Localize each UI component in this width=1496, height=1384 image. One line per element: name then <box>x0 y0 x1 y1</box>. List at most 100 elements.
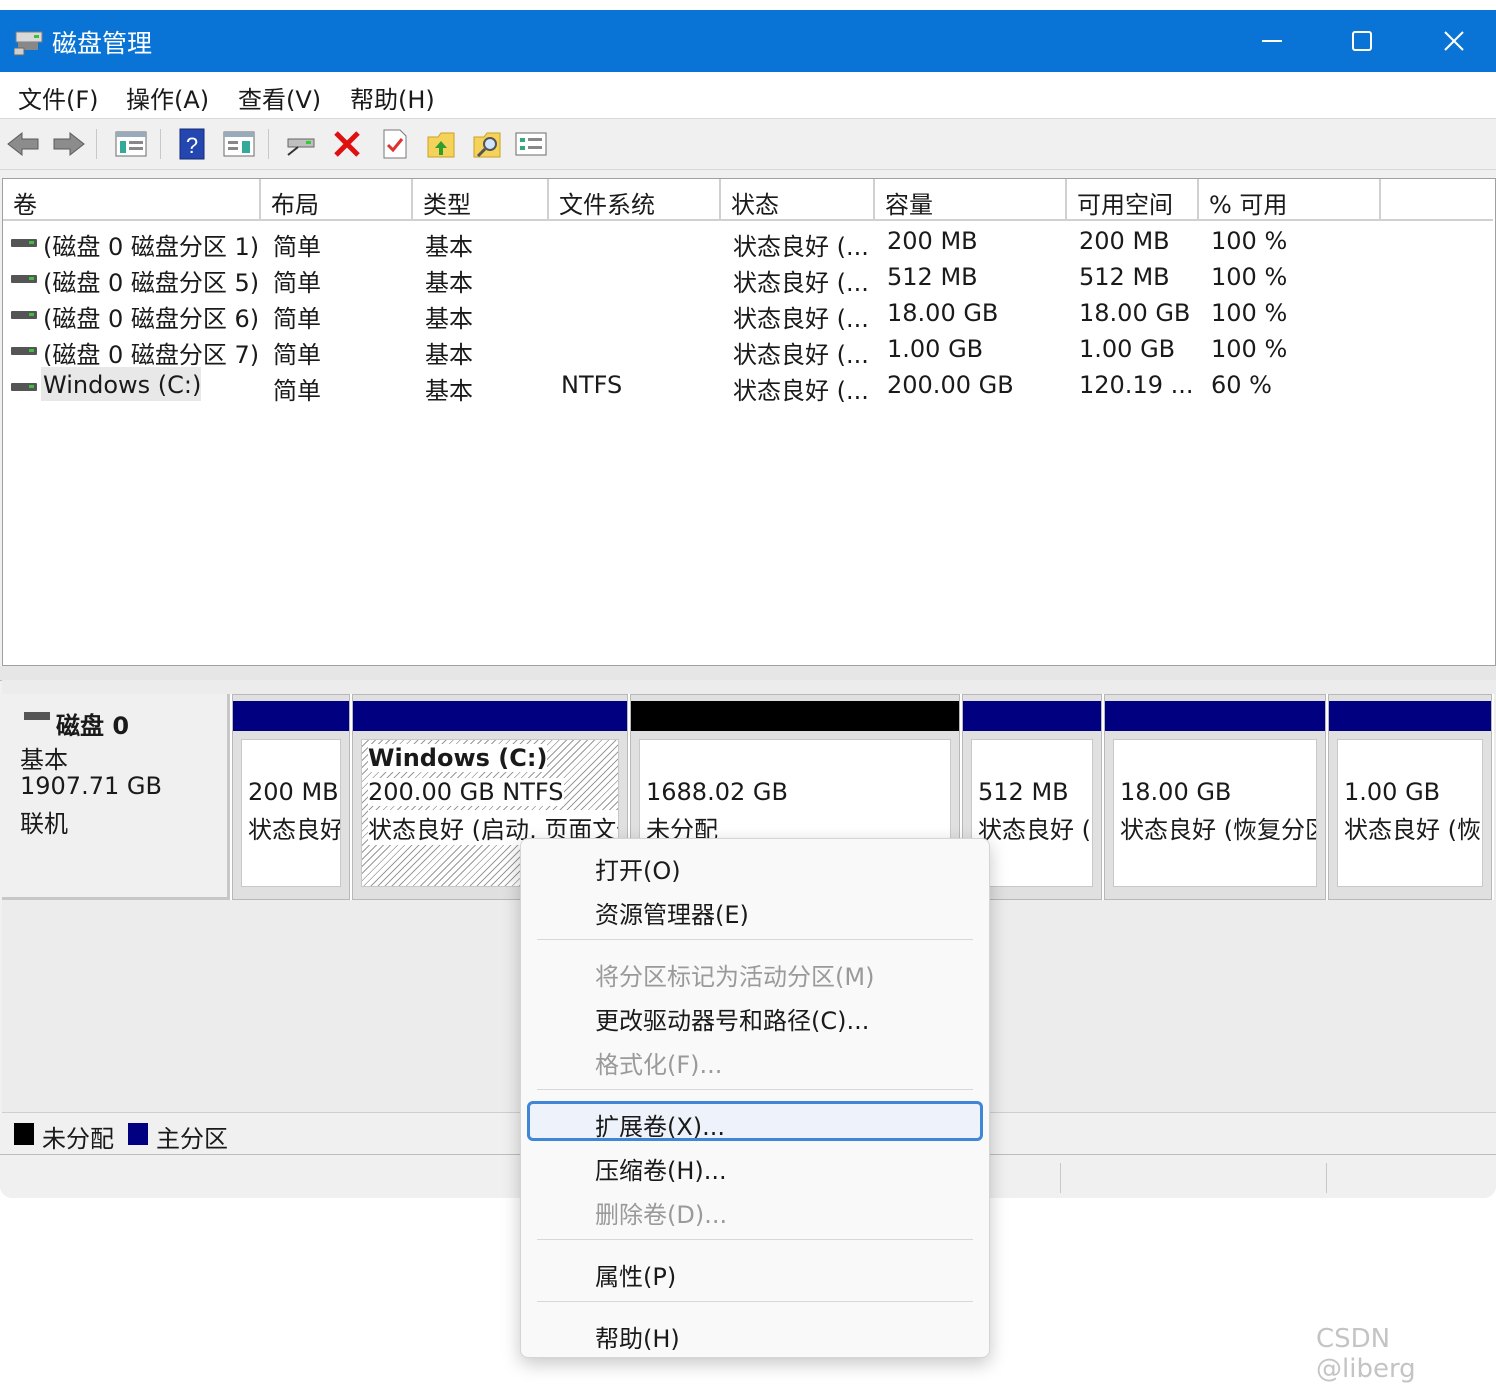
column-header-status[interactable]: 状态 <box>721 179 875 221</box>
menu-item-help[interactable]: 帮助(H) <box>595 1319 680 1354</box>
table-row[interactable]: (磁盘 0 磁盘分区 1) 简单 基本 状态良好 (... 200 MB 200… <box>3 223 1493 261</box>
menu-help[interactable]: 帮助(H) <box>350 80 435 115</box>
cell-capacity: 512 MB <box>887 263 978 291</box>
legend-swatch-primary <box>128 1123 148 1145</box>
table-row[interactable]: (磁盘 0 磁盘分区 7) 简单 基本 状态良好 (... 1.00 GB 1.… <box>3 331 1493 369</box>
console-tree-icon[interactable] <box>114 127 148 161</box>
checklist-icon[interactable] <box>378 127 412 161</box>
partition-body: 200 MB 状态良好 <box>241 739 341 887</box>
partition-status: 状态良好 (恢 <box>1344 816 1481 844</box>
partition-size: 200.00 GB NTFS <box>368 778 564 806</box>
partition-type-bar <box>1329 701 1491 731</box>
pane-splitter[interactable] <box>0 666 1496 681</box>
cell-type: 基本 <box>425 233 473 261</box>
column-header-type[interactable]: 类型 <box>413 179 549 221</box>
menu-item-properties[interactable]: 属性(P) <box>595 1257 676 1292</box>
partition-size: 512 MB <box>978 778 1069 806</box>
disk-0-label[interactable]: 磁盘 0 基本 1907.71 GB 联机 <box>2 694 230 900</box>
column-header-volume[interactable]: 卷 <box>3 179 261 221</box>
menu-separator <box>537 939 973 940</box>
maximize-icon <box>1352 31 1372 51</box>
partition-block[interactable]: 1.00 GB 状态良好 (恢 <box>1328 694 1492 900</box>
cell-layout: 简单 <box>273 305 321 333</box>
menu-file[interactable]: 文件(F) <box>18 80 99 115</box>
menu-item-mark-active: 将分区标记为活动分区(M) <box>595 963 875 991</box>
drive-icon <box>11 275 37 283</box>
cell-status: 状态良好 (... <box>733 377 869 405</box>
folder-search-icon[interactable] <box>470 127 504 161</box>
minimize-icon <box>1262 40 1282 42</box>
cell-volume: Windows (C:) <box>43 371 202 399</box>
legend-label-primary: 主分区 <box>156 1125 228 1153</box>
menu-item-change-drive-letter[interactable]: 更改驱动器号和路径(C)... <box>595 1001 869 1036</box>
menu-bar: 文件(F) 操作(A) 查看(V) 帮助(H) <box>0 72 1496 118</box>
column-header-percent-free[interactable]: % 可用 <box>1199 179 1381 221</box>
column-header-layout[interactable]: 布局 <box>261 179 413 221</box>
partition-block[interactable]: 200 MB 状态良好 <box>232 694 350 900</box>
watermark: CSDN @liberg <box>1316 1324 1416 1384</box>
svg-text:?: ? <box>186 133 198 158</box>
delete-icon[interactable] <box>330 127 364 161</box>
cell-capacity: 200.00 GB <box>887 371 1014 399</box>
minimize-button[interactable] <box>1226 10 1318 72</box>
cell-percent-free: 100 % <box>1211 299 1288 327</box>
cell-free-space: 200 MB <box>1079 227 1170 255</box>
menu-item-explorer[interactable]: 资源管理器(E) <box>595 895 749 930</box>
cell-status: 状态良好 (... <box>733 305 869 333</box>
disk-state: 联机 <box>20 810 68 838</box>
connect-drive-icon[interactable] <box>284 127 318 161</box>
legend-label-unallocated: 未分配 <box>42 1125 114 1153</box>
help-icon[interactable]: ? <box>176 127 210 161</box>
menu-view[interactable]: 查看(V) <box>238 80 321 115</box>
partition-size: 1688.02 GB <box>646 778 788 806</box>
cell-filesystem: NTFS <box>561 371 623 399</box>
drive-icon <box>11 239 37 247</box>
menu-item-open[interactable]: 打开(O) <box>595 851 681 886</box>
partition-body: 1.00 GB 状态良好 (恢 <box>1337 739 1483 887</box>
settings-list-icon[interactable] <box>514 127 548 161</box>
cell-percent-free: 100 % <box>1211 335 1288 363</box>
maximize-button[interactable] <box>1316 10 1408 72</box>
cell-capacity: 1.00 GB <box>887 335 984 363</box>
drive-icon <box>11 383 37 391</box>
close-icon <box>1444 31 1464 51</box>
table-row[interactable]: (磁盘 0 磁盘分区 5) 简单 基本 状态良好 (... 512 MB 512… <box>3 259 1493 297</box>
menu-action[interactable]: 操作(A) <box>126 80 209 115</box>
cell-free-space: 120.19 ... <box>1079 371 1194 399</box>
partition-body: 18.00 GB 状态良好 (恢复分区 <box>1113 739 1317 887</box>
folder-up-icon[interactable] <box>424 127 458 161</box>
cell-capacity: 18.00 GB <box>887 299 999 327</box>
table-row-selected[interactable]: Windows (C:) 简单 基本 NTFS 状态良好 (... 200.00… <box>3 367 1493 405</box>
cell-layout: 简单 <box>273 377 321 405</box>
partition-title: Windows (C:) <box>368 744 548 772</box>
forward-arrow-icon[interactable] <box>52 127 86 161</box>
table-row[interactable]: (磁盘 0 磁盘分区 6) 简单 基本 状态良好 (... 18.00 GB 1… <box>3 295 1493 333</box>
cell-free-space: 1.00 GB <box>1079 335 1176 363</box>
cell-status: 状态良好 (... <box>733 269 869 297</box>
cell-status: 状态良好 (... <box>733 233 869 261</box>
close-button[interactable] <box>1408 10 1496 72</box>
cell-free-space: 18.00 GB <box>1079 299 1191 327</box>
properties-pane-icon[interactable] <box>222 127 256 161</box>
back-arrow-icon[interactable] <box>6 127 40 161</box>
menu-item-extend-volume[interactable]: 扩展卷(X)... <box>595 1107 725 1142</box>
cell-volume: (磁盘 0 磁盘分区 7) <box>43 341 260 369</box>
volume-list: 卷 布局 类型 文件系统 状态 容量 可用空间 % 可用 (磁盘 0 磁盘分区 … <box>2 178 1496 666</box>
toolbar: ? <box>0 118 1496 170</box>
column-header-filesystem[interactable]: 文件系统 <box>549 179 721 221</box>
column-header-free-space[interactable]: 可用空间 <box>1067 179 1199 221</box>
menu-item-shrink-volume[interactable]: 压缩卷(H)... <box>595 1151 727 1186</box>
partition-block[interactable]: 18.00 GB 状态良好 (恢复分区 <box>1104 694 1326 900</box>
cell-layout: 简单 <box>273 269 321 297</box>
cell-volume: (磁盘 0 磁盘分区 1) <box>43 233 260 261</box>
cell-type: 基本 <box>425 269 473 297</box>
cell-layout: 简单 <box>273 341 321 369</box>
cell-status: 状态良好 (... <box>733 341 869 369</box>
cell-layout: 简单 <box>273 233 321 261</box>
column-header-capacity[interactable]: 容量 <box>875 179 1067 221</box>
cell-free-space: 512 MB <box>1079 263 1170 291</box>
cell-percent-free: 100 % <box>1211 227 1288 255</box>
title-bar: 磁盘管理 <box>0 10 1496 72</box>
disk-icon <box>24 712 50 720</box>
menu-separator <box>537 1239 973 1240</box>
